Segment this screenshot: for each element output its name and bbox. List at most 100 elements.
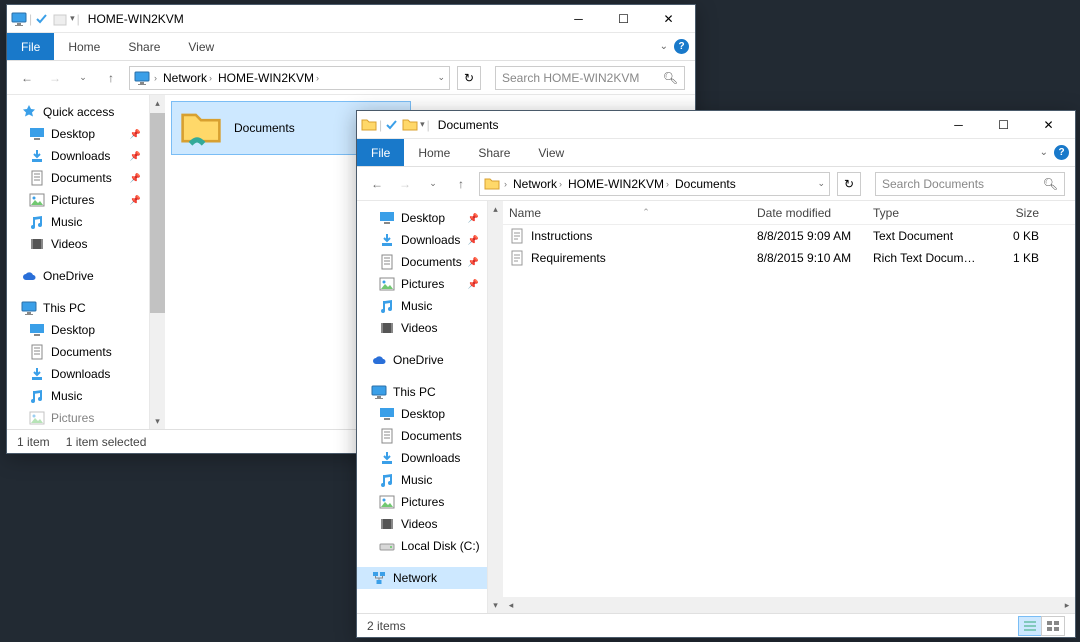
nav-documents[interactable]: Documents📌 [357, 251, 487, 273]
refresh-button[interactable]: ↻ [457, 66, 481, 90]
view-large-button[interactable] [1041, 616, 1065, 636]
up-button[interactable]: ↑ [451, 174, 471, 194]
file-row[interactable]: Instructions8/8/2015 9:09 AMText Documen… [503, 225, 1075, 247]
cloud-icon [371, 352, 387, 368]
qat-newfolder-icon[interactable] [402, 117, 418, 133]
nav-pc-music[interactable]: Music [357, 469, 487, 491]
qat-properties-icon[interactable] [384, 117, 400, 133]
nav-pc-music[interactable]: Music [7, 385, 149, 407]
tab-share[interactable]: Share [464, 139, 524, 166]
col-type[interactable]: Type [867, 206, 985, 220]
tab-view[interactable]: View [174, 33, 228, 60]
tab-home[interactable]: Home [404, 139, 464, 166]
nav-pc-videos[interactable]: Videos [357, 513, 487, 535]
nav-scrollbar[interactable]: ▴ ▾ [149, 95, 165, 429]
nav-videos[interactable]: Videos [357, 317, 487, 339]
nav-downloads[interactable]: Downloads📌 [357, 229, 487, 251]
nav-documents[interactable]: Documents📌 [7, 167, 149, 189]
forward-button[interactable]: → [45, 68, 65, 88]
crumb-documents[interactable]: Documents [673, 177, 738, 191]
tab-view[interactable]: View [524, 139, 578, 166]
minimize-button[interactable]: ─ [556, 5, 601, 33]
nav-desktop[interactable]: Desktop📌 [357, 207, 487, 229]
nav-pc-desktop[interactable]: Desktop [357, 403, 487, 425]
col-size[interactable]: Size [985, 206, 1045, 220]
file-name: Requirements [531, 251, 606, 265]
nav-pictures[interactable]: Pictures📌 [357, 273, 487, 295]
close-button[interactable]: ✕ [646, 5, 691, 33]
address-dropdown-icon[interactable]: ⌄ [437, 72, 445, 83]
address-bar[interactable]: › Network › HOME-WIN2KVM › Documents ⌄ [479, 172, 830, 196]
nav-pc-pictures[interactable]: Pictures [357, 491, 487, 513]
qat-properties-icon[interactable] [34, 11, 50, 27]
nav-pictures[interactable]: Pictures📌 [7, 189, 149, 211]
refresh-button[interactable]: ↻ [837, 172, 861, 196]
tab-share[interactable]: Share [114, 33, 174, 60]
nav-pc-documents[interactable]: Documents [7, 341, 149, 363]
nav-desktop[interactable]: Desktop📌 [7, 123, 149, 145]
titlebar[interactable]: | ▾ | Documents ─ ☐ ✕ [357, 111, 1075, 139]
recent-locations-button[interactable]: ⌄ [423, 174, 443, 194]
navigation-pane[interactable]: Desktop📌 Downloads📌 Documents📌 Pictures📌… [357, 201, 487, 613]
crumb-network[interactable]: Network › [511, 177, 564, 191]
ribbon-expand-icon[interactable]: ⌄ [660, 41, 668, 52]
nav-downloads[interactable]: Downloads📌 [7, 145, 149, 167]
nav-scrollbar[interactable]: ▴ ▾ [487, 201, 503, 613]
maximize-button[interactable]: ☐ [601, 5, 646, 33]
recent-locations-button[interactable]: ⌄ [73, 68, 93, 88]
crumb-host[interactable]: HOME-WIN2KVM › [216, 71, 321, 85]
tab-file[interactable]: File [7, 33, 54, 60]
col-name[interactable]: Name⌃ [503, 206, 751, 220]
search-box[interactable]: Search HOME-WIN2KVM 🔍︎ [495, 66, 685, 90]
nav-pc-pictures[interactable]: Pictures [7, 407, 149, 429]
nav-network[interactable]: Network [357, 567, 487, 589]
nav-thispc[interactable]: This PC [357, 381, 487, 403]
view-details-button[interactable] [1018, 616, 1042, 636]
address-bar[interactable]: › Network › HOME-WIN2KVM › ⌄ [129, 66, 450, 90]
nav-pc-desktop[interactable]: Desktop [7, 319, 149, 341]
help-icon[interactable]: ? [674, 39, 689, 54]
back-button[interactable]: ← [367, 174, 387, 194]
pin-icon: 📌 [468, 213, 479, 224]
close-button[interactable]: ✕ [1026, 111, 1071, 139]
ribbon-expand-icon[interactable]: ⌄ [1040, 147, 1048, 158]
forward-button[interactable]: → [395, 174, 415, 194]
qat-newfolder-icon[interactable] [52, 11, 68, 27]
nav-onedrive[interactable]: OneDrive [7, 265, 149, 287]
qat-chevron[interactable]: ▾ [70, 13, 75, 24]
pictures-icon [379, 276, 395, 292]
nav-videos[interactable]: Videos [7, 233, 149, 255]
back-button[interactable]: ← [17, 68, 37, 88]
horizontal-scrollbar[interactable]: ◂▸ [503, 597, 1075, 613]
nav-music[interactable]: Music [357, 295, 487, 317]
tab-file[interactable]: File [357, 139, 404, 166]
file-row[interactable]: Requirements8/8/2015 9:10 AMRich Text Do… [503, 247, 1075, 269]
search-box[interactable]: Search Documents 🔍︎ [875, 172, 1065, 196]
shared-folder-icon [180, 107, 222, 149]
col-date[interactable]: Date modified [751, 206, 867, 220]
up-button[interactable]: ↑ [101, 68, 121, 88]
minimize-button[interactable]: ─ [936, 111, 981, 139]
crumb-network[interactable]: Network › [161, 71, 214, 85]
window-title: HOME-WIN2KVM [88, 12, 184, 26]
nav-quick-access[interactable]: Quick access [7, 101, 149, 123]
nav-onedrive[interactable]: OneDrive [357, 349, 487, 371]
doc-icon [379, 428, 395, 444]
nav-pc-documents[interactable]: Documents [357, 425, 487, 447]
column-headers[interactable]: Name⌃ Date modified Type Size [503, 201, 1075, 225]
address-dropdown-icon[interactable]: ⌄ [817, 178, 825, 189]
maximize-button[interactable]: ☐ [981, 111, 1026, 139]
tab-home[interactable]: Home [54, 33, 114, 60]
titlebar[interactable]: | ▾ | HOME-WIN2KVM ─ ☐ ✕ [7, 5, 695, 33]
navigation-pane[interactable]: Quick access Desktop📌 Downloads📌 Documen… [7, 95, 149, 429]
nav-pc-downloads[interactable]: Downloads [357, 447, 487, 469]
nav-pc-downloads[interactable]: Downloads [7, 363, 149, 385]
qat-chevron[interactable]: ▾ [420, 119, 425, 130]
nav-music[interactable]: Music [7, 211, 149, 233]
nav-pc-localdisk[interactable]: Local Disk (C:) [357, 535, 487, 557]
content-pane[interactable]: Name⌃ Date modified Type Size Instructio… [503, 201, 1075, 613]
nav-thispc[interactable]: This PC [7, 297, 149, 319]
crumb-host[interactable]: HOME-WIN2KVM › [566, 177, 671, 191]
help-icon[interactable]: ? [1054, 145, 1069, 160]
file-type: Rich Text Document [867, 251, 985, 265]
